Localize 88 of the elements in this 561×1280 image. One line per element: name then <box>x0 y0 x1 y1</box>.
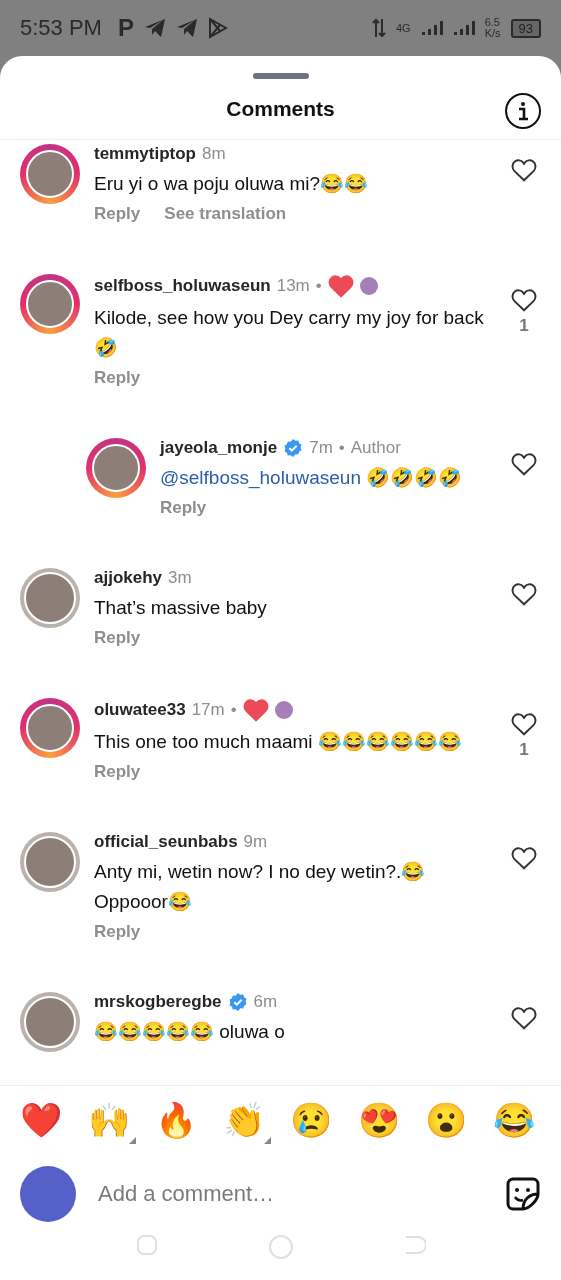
username[interactable]: oluwatee33 <box>94 700 186 720</box>
dot-separator: • <box>315 276 322 296</box>
comment-time: 7m <box>309 438 333 458</box>
heart-icon <box>327 274 354 298</box>
reply-button[interactable]: Reply <box>94 628 141 648</box>
paper-plane-icon <box>143 18 166 38</box>
emoji-reaction-button[interactable]: 😮 <box>425 1100 474 1144</box>
comment-time: 17m <box>191 700 225 720</box>
dot-separator: • <box>338 438 345 458</box>
like-button[interactable] <box>511 158 537 182</box>
avatar-story-ring[interactable] <box>20 698 80 758</box>
avatar-story-ring[interactable] <box>20 144 80 204</box>
dot-separator: • <box>230 700 237 720</box>
comment-text: Anty mi, wetin now? I no dey wetin?.😂 Oppooor😂 <box>94 860 427 914</box>
heart-icon <box>511 452 537 476</box>
comment-time: 9m <box>243 832 268 852</box>
verified-badge-icon <box>283 438 304 458</box>
reply-button[interactable]: Reply <box>94 762 141 782</box>
heart-icon <box>511 1006 537 1030</box>
app-notification-icon: P <box>117 14 134 42</box>
emoji-reaction-button[interactable]: 😢 <box>290 1100 339 1144</box>
author-avatar <box>359 277 378 295</box>
heart-icon <box>511 846 537 870</box>
like-button[interactable] <box>511 582 537 606</box>
like-button[interactable] <box>511 1006 537 1030</box>
like-count: 1 <box>519 740 529 760</box>
emoji-reaction-button[interactable]: 😂 <box>492 1100 541 1144</box>
my-avatar <box>20 1166 76 1222</box>
play-triangle-icon <box>207 17 228 39</box>
heart-icon <box>242 698 269 722</box>
comment-time: 3m <box>168 568 192 588</box>
username[interactable]: jayeola_monje <box>160 438 278 458</box>
network-speed: 6.5 K/s <box>484 17 501 39</box>
avatar[interactable] <box>20 568 80 628</box>
username[interactable]: mrskogberegbe <box>94 992 222 1012</box>
comment-time: 6m <box>253 992 278 1012</box>
heart-icon <box>511 712 537 736</box>
sticker-button[interactable] <box>505 1176 541 1212</box>
battery-level: 93 <box>510 18 541 38</box>
like-button[interactable] <box>511 288 537 312</box>
sticker-icon <box>505 1176 541 1212</box>
info-icon <box>516 101 530 121</box>
mention-link[interactable]: @selfboss_holuwaseun <box>160 467 361 488</box>
heart-icon <box>511 158 537 182</box>
avatar[interactable] <box>20 992 80 1052</box>
like-button[interactable] <box>511 846 537 870</box>
data-arrows-icon <box>371 18 386 38</box>
heart-icon <box>511 288 537 312</box>
like-button[interactable] <box>511 452 537 476</box>
reply-button[interactable]: Reply <box>94 204 141 224</box>
username[interactable]: temmytiptop <box>94 144 196 164</box>
comment-text: This one too much maami 😂😂😂😂😂😂 <box>94 730 463 754</box>
avatar-story-ring[interactable] <box>20 274 80 334</box>
username[interactable]: selfboss_holuwaseun <box>94 276 271 296</box>
emoji-reaction-button[interactable]: 😍 <box>357 1100 406 1144</box>
author-avatar <box>274 701 293 719</box>
avatar-story-ring[interactable] <box>86 438 146 498</box>
variant-corner-icon <box>128 1137 136 1144</box>
network-type: 4G <box>395 22 411 34</box>
paper-plane-icon <box>175 18 198 38</box>
comment-text: That’s massive baby <box>94 596 268 620</box>
comment-text: Eru yi o wa poju oluwa mi?😂😂 <box>94 172 369 196</box>
like-count: 1 <box>519 316 529 336</box>
variant-corner-icon <box>263 1137 271 1144</box>
reply-button[interactable]: Reply <box>94 922 141 942</box>
info-button[interactable] <box>505 93 541 129</box>
author-label: Author <box>350 438 401 458</box>
comment-text: 😂😂😂😂😂 oluwa o <box>94 1020 286 1044</box>
reply-button[interactable]: Reply <box>160 498 207 518</box>
translation-link[interactable]: See translation <box>164 204 287 224</box>
avatar[interactable] <box>20 832 80 892</box>
verified-badge-icon <box>227 992 248 1012</box>
like-button[interactable] <box>511 712 537 736</box>
emoji-reaction-button[interactable]: ❤ <box>20 1100 68 1144</box>
signal-icon <box>420 20 443 36</box>
comment-text: Kilode, see how you Dey carry my joy for back 🤣 <box>94 306 485 360</box>
username[interactable]: official_seunbabs <box>94 832 238 852</box>
heart-icon <box>511 582 537 606</box>
username[interactable]: ajjokehy <box>94 568 163 588</box>
drag-handle[interactable] <box>252 73 309 79</box>
sheet-title: Comments <box>226 97 335 121</box>
comment-text: @selfboss_holuwaseun 🤣🤣🤣🤣 <box>160 466 464 491</box>
comment-time: 13m <box>276 276 310 296</box>
comment-time: 8m <box>202 144 226 164</box>
status-time: 5:53 PM <box>20 15 102 41</box>
emoji-reaction-button[interactable]: 🔥 <box>155 1100 204 1144</box>
reply-button[interactable]: Reply <box>94 368 141 388</box>
signal-icon <box>452 20 475 36</box>
